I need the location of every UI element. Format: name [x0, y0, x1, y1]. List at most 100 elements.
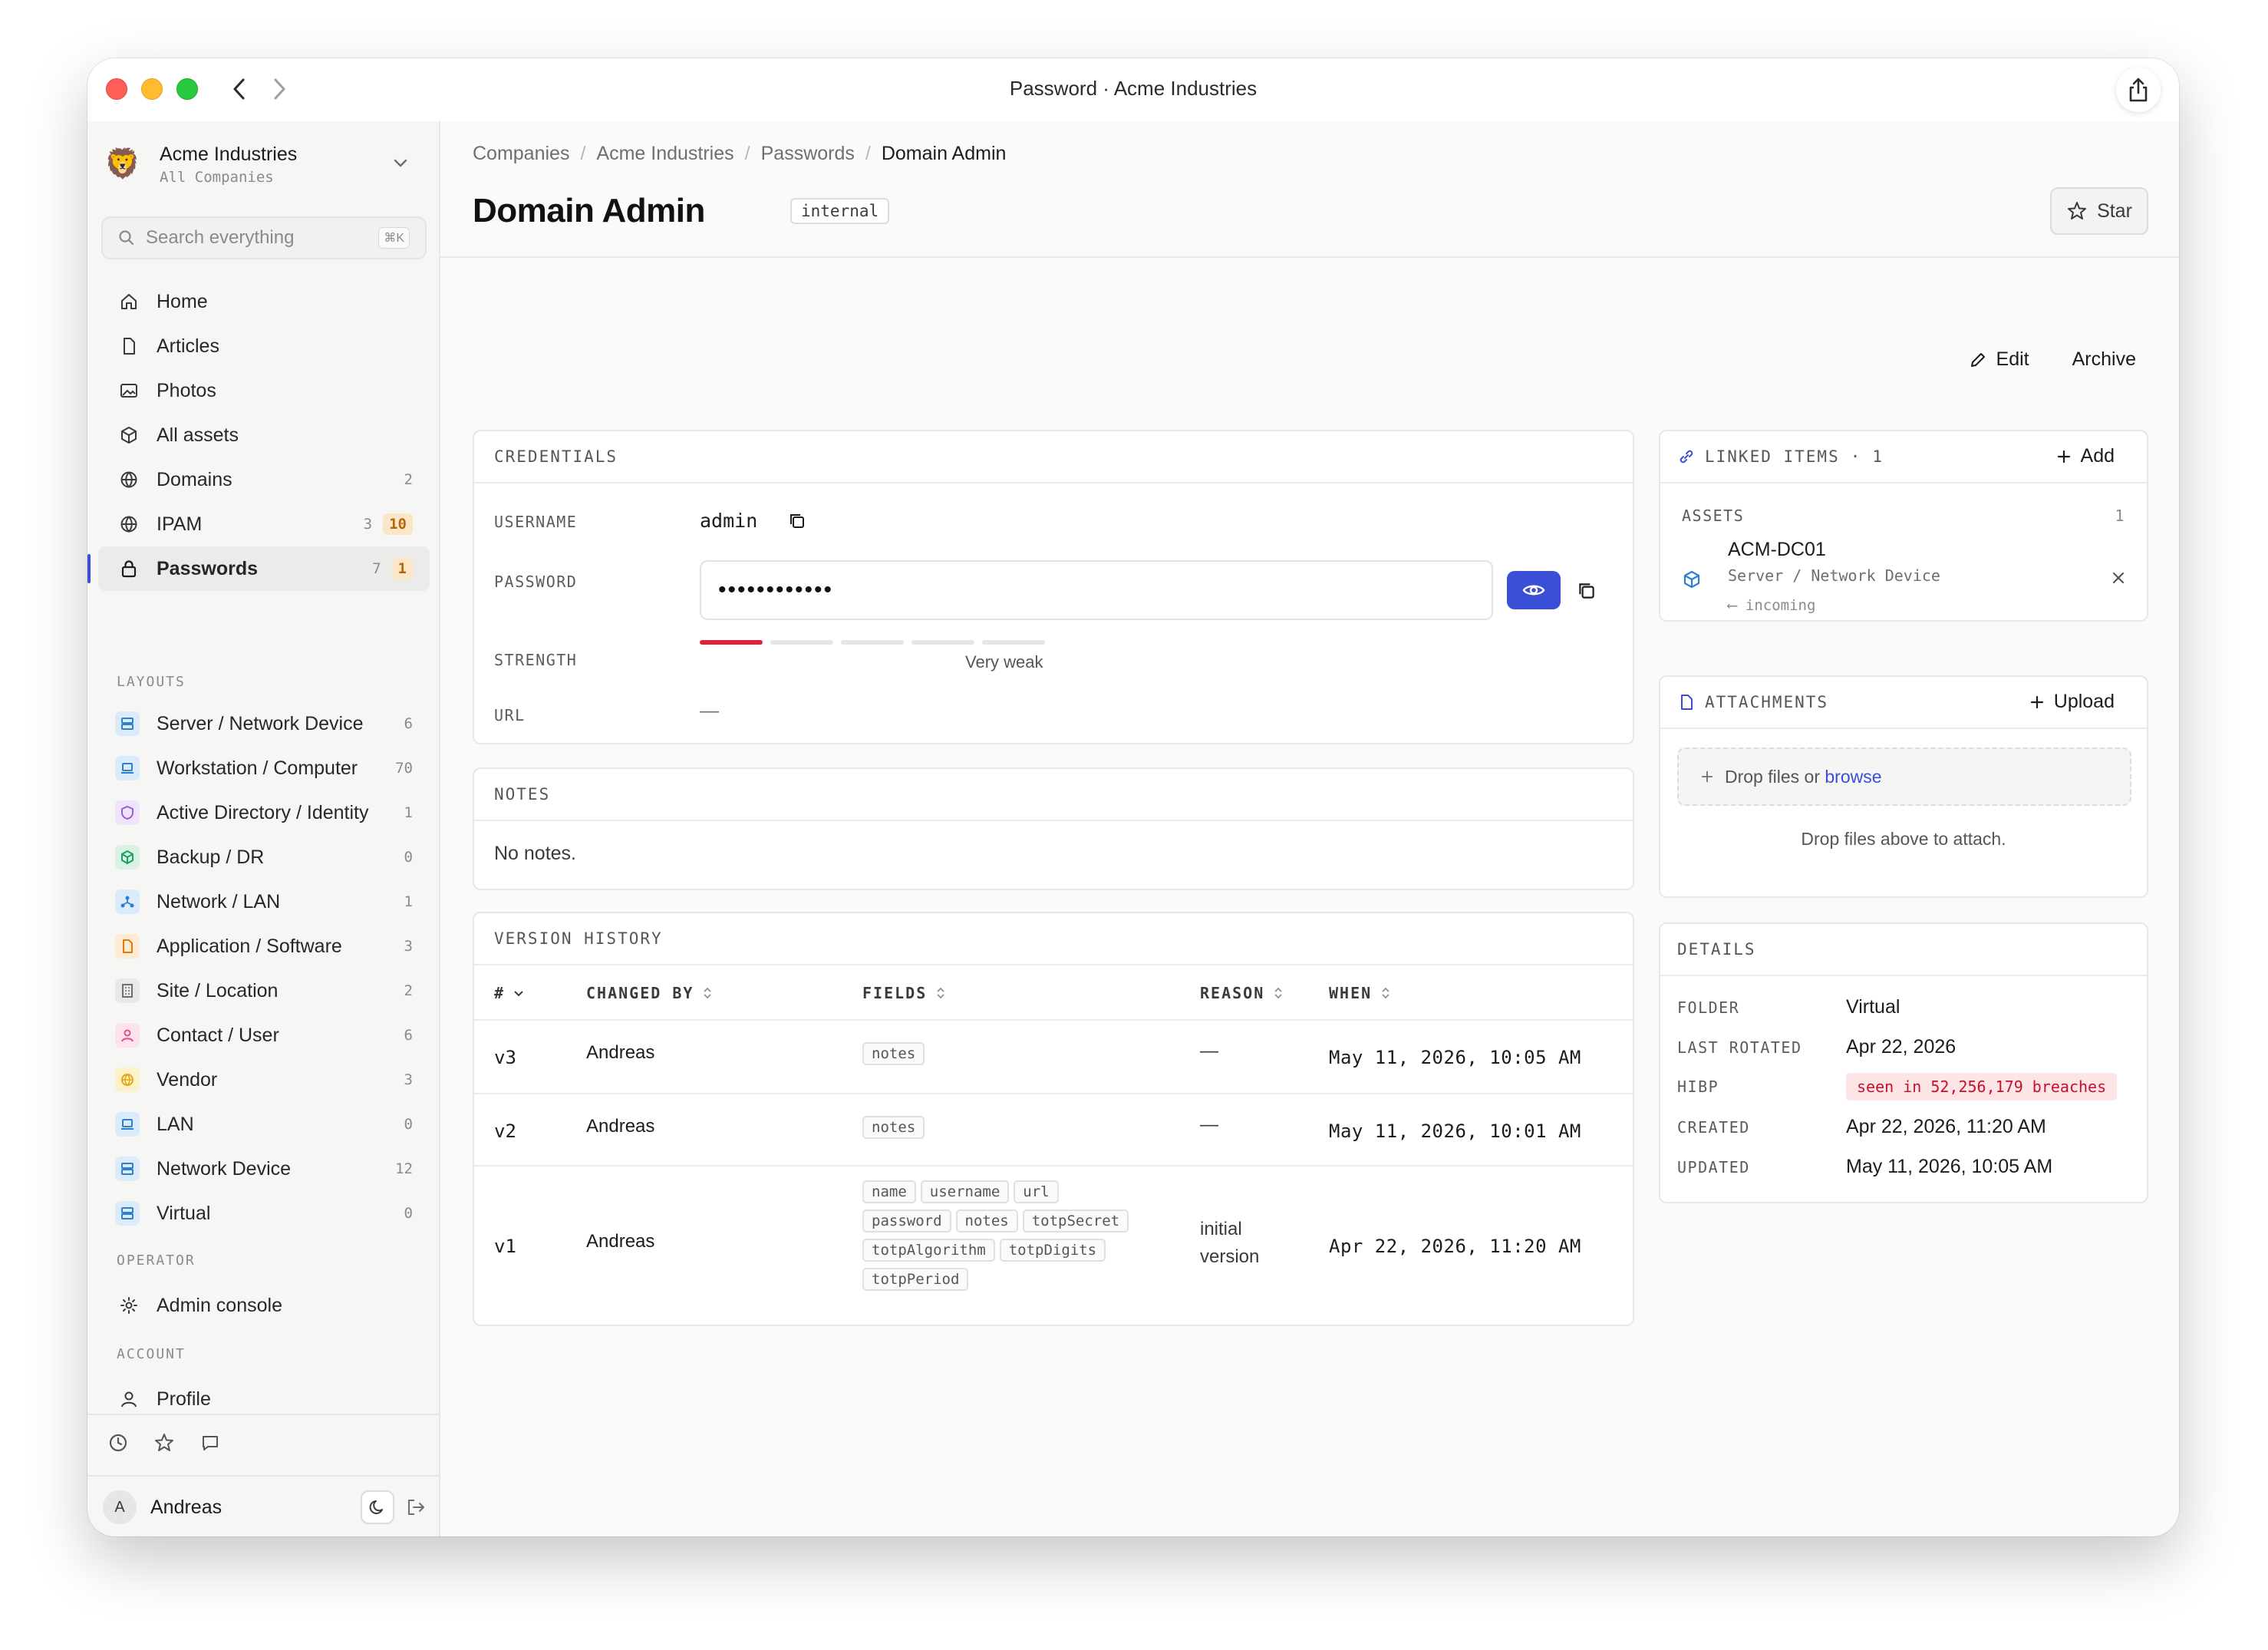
- col-when[interactable]: WHEN: [1329, 984, 1392, 1002]
- clock-icon[interactable]: [107, 1432, 129, 1454]
- layout-item-network-device[interactable]: Network Device 12: [98, 1147, 430, 1191]
- layout-item-server[interactable]: Server / Network Device 6: [98, 701, 430, 746]
- page-title: Domain Admin: [473, 192, 705, 229]
- row-when: May 11, 2026, 10:05 AM: [1329, 1047, 1581, 1068]
- detail-value[interactable]: Virtual: [1846, 996, 1900, 1018]
- row-changed-by: Andreas: [586, 1116, 655, 1137]
- nav-item-photos[interactable]: Photos: [98, 368, 430, 413]
- detail-key: HIBP: [1677, 1077, 1719, 1096]
- strength-segment: [700, 640, 763, 645]
- layout-label: Backup / DR: [157, 846, 265, 868]
- main-content: Companies / Acme Industries / Passwords …: [440, 121, 2179, 1536]
- search-icon: [119, 230, 134, 246]
- layout-item-workstation[interactable]: Workstation / Computer 70: [98, 746, 430, 790]
- detail-key: CREATED: [1677, 1117, 1750, 1137]
- drop-text: Drop files or: [1725, 766, 1820, 787]
- layout-item-lan[interactable]: LAN 0: [98, 1102, 430, 1147]
- nav-item-all-assets[interactable]: All assets: [98, 413, 430, 457]
- theme-toggle-button[interactable]: [361, 1490, 394, 1524]
- alert-badge: 10: [383, 513, 413, 535]
- file-icon: [115, 934, 140, 959]
- logout-icon[interactable]: [405, 1497, 427, 1518]
- chat-icon[interactable]: [199, 1432, 221, 1454]
- nav-item-passwords[interactable]: Passwords 7 1: [87, 546, 430, 591]
- layout-count: 3: [404, 938, 413, 955]
- layout-item-contact[interactable]: Contact / User 6: [98, 1013, 430, 1058]
- file-dropzone[interactable]: Drop files or browse: [1677, 747, 2131, 806]
- layout-item-site[interactable]: Site / Location 2: [98, 969, 430, 1013]
- home-icon: [118, 291, 140, 312]
- nav-label: Home: [157, 290, 208, 312]
- close-icon[interactable]: [2110, 569, 2127, 586]
- org-switcher[interactable]: 🦁 Acme Industries All Companies: [103, 137, 425, 192]
- add-link-button[interactable]: Add: [2056, 445, 2115, 467]
- search-input[interactable]: Search everything ⌘K: [101, 216, 427, 259]
- globe-icon: [118, 469, 140, 490]
- row-changed-by: Andreas: [586, 1231, 655, 1252]
- breadcrumb-company[interactable]: Acme Industries: [596, 143, 733, 165]
- attachments-header: ATTACHMENTS Upload: [1660, 677, 2147, 729]
- asset-type: Server / Network Device: [1728, 566, 1940, 585]
- layout-item-network-lan[interactable]: Network / LAN 1: [98, 879, 430, 924]
- field-chip: totpAlgorithm: [862, 1239, 995, 1262]
- layout-count: 6: [404, 1027, 413, 1044]
- window-title: Password · Acme Industries: [1009, 77, 1258, 100]
- layout-item-application[interactable]: Application / Software 3: [98, 924, 430, 969]
- layout-label: Workstation / Computer: [157, 757, 358, 779]
- nav-label: Profile: [157, 1388, 211, 1410]
- table-row[interactable]: v3 Andreas notes — May 11, 2026, 10:05 A…: [474, 1021, 1633, 1094]
- table-row[interactable]: v1 Andreas name username url password notes…: [474, 1167, 1633, 1325]
- layout-label: Server / Network Device: [157, 712, 364, 734]
- layout-item-active-directory[interactable]: Active Directory / Identity 1: [98, 790, 430, 835]
- col-version[interactable]: #: [494, 984, 525, 1002]
- avatar[interactable]: A: [103, 1490, 137, 1524]
- reveal-password-button[interactable]: [1507, 571, 1561, 609]
- edit-button[interactable]: Edit: [1969, 348, 2029, 371]
- layout-item-backup[interactable]: Backup / DR 0: [98, 835, 430, 879]
- nav-item-admin-console[interactable]: Admin console: [98, 1283, 430, 1328]
- share-button[interactable]: [2116, 68, 2161, 112]
- nav-label: Photos: [157, 379, 216, 401]
- browse-link[interactable]: browse: [1825, 767, 1881, 787]
- layout-item-vendor[interactable]: Vendor 3: [98, 1058, 430, 1102]
- layout-label: Network Device: [157, 1157, 292, 1180]
- nav-item-ipam[interactable]: IPAM 3 10: [98, 502, 430, 546]
- details-card: DETAILS FOLDER Virtual LAST ROTATED Apr …: [1659, 922, 2148, 1203]
- breadcrumb-companies[interactable]: Companies: [473, 143, 569, 165]
- star-button[interactable]: Star: [2050, 187, 2148, 235]
- copy-password-icon[interactable]: [1576, 580, 1597, 602]
- layout-item-virtual[interactable]: Virtual 0: [98, 1191, 430, 1236]
- breadcrumb: Companies / Acme Industries / Passwords …: [473, 143, 1007, 165]
- copy-icon[interactable]: [787, 511, 807, 531]
- linked-asset-item[interactable]: ACM-DC01 Server / Network Device ⟵ incom…: [1682, 539, 2127, 615]
- upload-button[interactable]: Upload: [2029, 691, 2115, 713]
- layout-count: 0: [404, 1205, 413, 1222]
- field-chip-list: name username url password notes totpSecret …: [862, 1180, 1177, 1297]
- col-changed-by[interactable]: CHANGED BY: [586, 984, 714, 1002]
- breadcrumb-passwords[interactable]: Passwords: [761, 143, 855, 165]
- assets-group-label: ASSETS: [1682, 507, 1745, 525]
- table-row[interactable]: v2 Andreas notes — May 11, 2026, 10:01 A…: [474, 1094, 1633, 1167]
- image-icon: [118, 380, 140, 401]
- layout-count: 70: [395, 760, 413, 777]
- row-changed-by: Andreas: [586, 1042, 655, 1063]
- layout-label: Site / Location: [157, 979, 279, 1002]
- nav-item-domains[interactable]: Domains 2: [98, 457, 430, 502]
- col-fields[interactable]: FIELDS: [862, 984, 947, 1002]
- breadcrumb-current: Domain Admin: [881, 143, 1007, 164]
- nav-item-home[interactable]: Home: [98, 279, 430, 324]
- notes-heading: NOTES: [474, 769, 1633, 821]
- sidebar: 🦁 Acme Industries All Companies Search e…: [87, 121, 440, 1536]
- password-field[interactable]: ••••••••••••: [700, 560, 1493, 620]
- nav-count: 7: [372, 560, 381, 577]
- col-reason[interactable]: REASON: [1200, 984, 1284, 1002]
- nav-item-articles[interactable]: Articles: [98, 324, 430, 368]
- alert-badge: 1: [391, 558, 413, 579]
- nav-label: Passwords: [157, 557, 259, 579]
- server-icon: [115, 1201, 140, 1226]
- search-shortcut: ⌘K: [378, 227, 410, 249]
- page-header: Companies / Acme Industries / Passwords …: [440, 121, 2179, 258]
- linked-items-heading: LINKED ITEMS: [1705, 447, 1840, 466]
- star-icon[interactable]: [153, 1432, 175, 1454]
- archive-button[interactable]: Archive: [2072, 348, 2136, 371]
